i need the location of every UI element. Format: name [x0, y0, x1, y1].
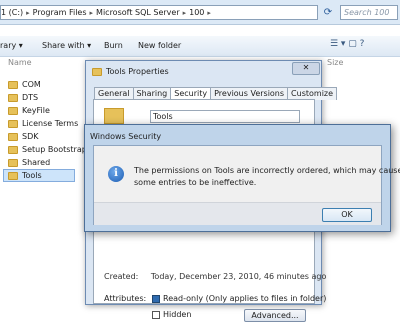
- created-value: Today, December 23, 2010, 46 minutes ago: [150, 272, 327, 281]
- folder-icon: [8, 145, 18, 154]
- name-field[interactable]: Tools: [150, 110, 300, 123]
- dialog-footer: OK: [94, 202, 381, 225]
- list-item-label: Tools: [22, 171, 42, 180]
- folder-icon: [8, 119, 18, 128]
- dialog-title: Windows Security: [90, 132, 162, 141]
- view-options-icon[interactable]: ☰ ▾ ▢ ?: [330, 39, 398, 53]
- search-input[interactable]: Search 100: [340, 5, 398, 20]
- address-field[interactable]: 1 (C:) ▸ Program Files ▸ Microsoft SQL S…: [0, 5, 318, 20]
- column-name[interactable]: Name: [8, 58, 32, 67]
- list-item-label: Shared: [22, 158, 51, 167]
- attributes-label: Attributes:: [104, 294, 147, 303]
- new-folder-button[interactable]: New folder: [138, 40, 181, 52]
- list-item[interactable]: SDK: [8, 130, 38, 143]
- dialog-title-text: Tools Properties: [106, 67, 169, 76]
- list-item-selected[interactable]: Tools: [3, 169, 75, 182]
- dialog-title: Tools Properties: [92, 66, 169, 78]
- list-item[interactable]: Shared: [8, 156, 50, 169]
- ok-button[interactable]: OK: [322, 208, 372, 222]
- address-part[interactable]: Program Files: [33, 8, 87, 17]
- folder-icon: [8, 93, 18, 102]
- created-label: Created:: [104, 272, 139, 281]
- advanced-button[interactable]: Advanced...: [244, 309, 306, 322]
- address-part[interactable]: 100: [189, 8, 204, 17]
- created-row: Created: Today, December 23, 2010, 46 mi…: [104, 272, 326, 281]
- message-text: some entries to be ineffective.: [134, 178, 257, 187]
- message-text: The permissions on Tools are incorrectly…: [134, 166, 400, 175]
- list-item-label: SDK: [22, 132, 39, 141]
- list-item-label: COM: [22, 80, 41, 89]
- address-bar: 1 (C:) ▸ Program Files ▸ Microsoft SQL S…: [0, 0, 400, 25]
- address-part[interactable]: Microsoft SQL Server: [96, 8, 180, 17]
- folder-icon: [92, 68, 102, 76]
- address-part[interactable]: 1 (C:): [1, 8, 23, 17]
- refresh-icon[interactable]: ⟳: [320, 5, 336, 20]
- list-item-label: DTS: [22, 93, 39, 102]
- organize-button[interactable]: rary ▾: [0, 40, 23, 52]
- folder-icon: [8, 171, 18, 180]
- burn-button[interactable]: Burn: [104, 40, 123, 52]
- chevron-right-icon[interactable]: ▸: [183, 9, 187, 17]
- folder-icon: [104, 108, 124, 124]
- chevron-right-icon[interactable]: ▸: [90, 9, 94, 17]
- dialog-body: i The permissions on Tools are incorrect…: [93, 145, 400, 225]
- list-item-label: KeyFile: [22, 106, 50, 115]
- hidden-label: Hidden: [163, 310, 192, 319]
- list-item[interactable]: Setup Bootstrap: [8, 143, 87, 156]
- security-dialog: Windows Security i The permissions on To…: [84, 124, 400, 232]
- hidden-checkbox[interactable]: Hidden: [152, 310, 191, 319]
- readonly-checkbox[interactable]: Read-only (Only applies to files in fold…: [152, 294, 326, 303]
- list-item[interactable]: DTS: [8, 91, 38, 104]
- list-item-label: Setup Bootstrap: [22, 145, 87, 154]
- folder-icon: [8, 80, 18, 89]
- readonly-label: Read-only (Only applies to files in fold…: [163, 294, 327, 303]
- checkbox-icon[interactable]: [152, 310, 160, 319]
- checkbox-checked-icon[interactable]: [152, 294, 160, 303]
- folder-icon: [8, 106, 18, 115]
- share-with-button[interactable]: Share with ▾: [42, 40, 91, 52]
- folder-list: COM DTS KeyFile License Terms SDK Setup …: [0, 72, 87, 300]
- share-with-label: Share with: [42, 41, 85, 50]
- chevron-right-icon[interactable]: ▸: [207, 9, 211, 17]
- list-item[interactable]: License Terms: [8, 117, 78, 130]
- list-item[interactable]: KeyFile: [8, 104, 50, 117]
- folder-icon: [8, 158, 18, 167]
- list-item[interactable]: COM: [8, 78, 41, 91]
- list-item-label: License Terms: [22, 119, 79, 128]
- info-icon: i: [108, 166, 124, 182]
- close-button[interactable]: ✕: [292, 62, 320, 75]
- chevron-right-icon[interactable]: ▸: [26, 9, 30, 17]
- folder-icon: [8, 132, 18, 141]
- column-size[interactable]: Size: [327, 58, 343, 67]
- organize-label: rary: [0, 41, 17, 50]
